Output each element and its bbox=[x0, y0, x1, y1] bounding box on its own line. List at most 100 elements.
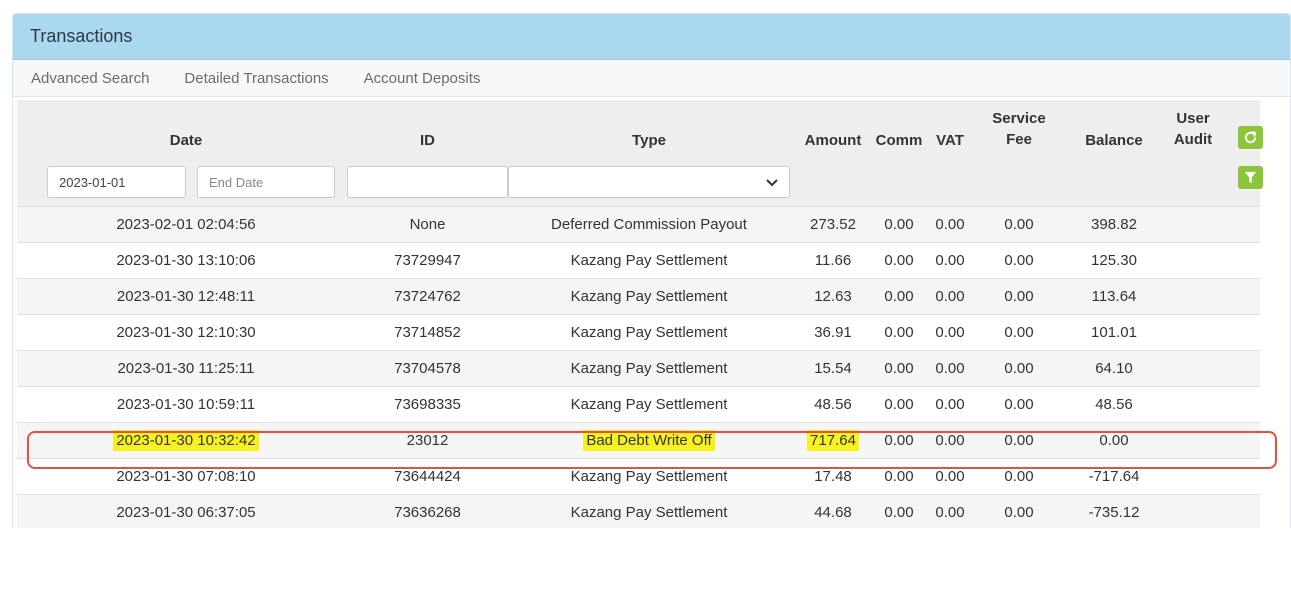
end-date-input[interactable] bbox=[197, 166, 335, 198]
cell-balance: 125.30 bbox=[1091, 252, 1137, 269]
cell-date: 2023-01-30 10:59:11 bbox=[116, 396, 256, 413]
cell-type: Deferred Commission Payout bbox=[551, 216, 747, 233]
cell-fee: 0.00 bbox=[1004, 288, 1034, 305]
tab-advanced-search[interactable]: Advanced Search bbox=[31, 70, 149, 87]
cell-comm: 0.00 bbox=[884, 288, 914, 305]
col-service-fee-line2: Fee bbox=[1006, 131, 1032, 148]
table-row-highlighted[interactable]: 2023-01-30 10:32:42 23012 Bad Debt Write O… bbox=[17, 423, 1260, 459]
filter-icon bbox=[1244, 171, 1257, 184]
cell-amount: 15.54 bbox=[814, 360, 852, 377]
table-row[interactable]: 2023-01-30 07:08:10 73644424 Kazang Pay Se… bbox=[17, 459, 1260, 495]
cell-comm: 0.00 bbox=[884, 432, 914, 449]
cell-amount: 44.68 bbox=[814, 504, 852, 521]
col-id[interactable]: ID bbox=[347, 130, 508, 151]
transactions-table: Date ID Type Amount Comm VAT Service Fee… bbox=[17, 100, 1263, 528]
cell-date: 2023-01-30 07:08:10 bbox=[116, 468, 256, 485]
table-body: 2023-02-01 02:04:56 None Deferred Commissi… bbox=[17, 207, 1260, 528]
cell-type: Bad Debt Write Off bbox=[508, 423, 790, 458]
highlighted-text: 717.64 bbox=[807, 430, 859, 451]
table-row[interactable]: 2023-01-30 10:59:11 73698335 Kazang Pay Se… bbox=[17, 387, 1260, 423]
cell-id: 73704578 bbox=[394, 360, 461, 377]
filter-button[interactable] bbox=[1238, 166, 1263, 189]
cell-fee: 0.00 bbox=[1004, 360, 1034, 377]
cell-fee: 0.00 bbox=[1004, 504, 1034, 521]
cell-fee: 0.00 bbox=[1004, 468, 1034, 485]
cell-vat: 0.00 bbox=[935, 252, 965, 269]
cell-date: 2023-01-30 10:32:42 bbox=[47, 423, 325, 458]
cell-amount: 48.56 bbox=[814, 396, 852, 413]
cell-date: 2023-01-30 12:10:30 bbox=[116, 324, 256, 341]
table-row[interactable]: 2023-01-30 06:37:05 73636268 Kazang Pay Se… bbox=[17, 495, 1260, 528]
cell-date: 2023-01-30 12:48:11 bbox=[116, 288, 256, 305]
table-row[interactable]: 2023-01-30 13:10:06 73729947 Kazang Pay Se… bbox=[17, 243, 1260, 279]
tab-account-deposits[interactable]: Account Deposits bbox=[364, 70, 481, 87]
col-user-audit[interactable]: User Audit bbox=[1161, 108, 1225, 150]
cell-comm: 0.00 bbox=[884, 252, 914, 269]
table-row[interactable]: 2023-01-30 12:48:11 73724762 Kazang Pay Se… bbox=[17, 279, 1260, 315]
cell-balance: -717.64 bbox=[1088, 468, 1140, 485]
col-service-fee-line1: Service bbox=[992, 110, 1046, 127]
cell-balance: 0.00 bbox=[1099, 432, 1129, 449]
cell-type: Kazang Pay Settlement bbox=[570, 468, 728, 485]
cell-id: 73644424 bbox=[394, 468, 461, 485]
col-comm[interactable]: Comm bbox=[870, 130, 928, 151]
chevron-down-icon bbox=[766, 179, 778, 187]
cell-type: Kazang Pay Settlement bbox=[570, 504, 728, 521]
cell-comm: 0.00 bbox=[884, 504, 914, 521]
cell-comm: 0.00 bbox=[884, 468, 914, 485]
cell-date: 2023-01-30 11:25:11 bbox=[117, 360, 255, 377]
cell-id: 73636268 bbox=[394, 504, 461, 521]
panel-title: Transactions bbox=[13, 14, 1290, 60]
cell-comm: 0.00 bbox=[884, 324, 914, 341]
cell-type: Kazang Pay Settlement bbox=[570, 252, 728, 269]
cell-fee: 0.00 bbox=[1004, 396, 1034, 413]
cell-fee: 0.00 bbox=[1004, 216, 1034, 233]
cell-fee: 0.00 bbox=[1004, 432, 1034, 449]
cell-vat: 0.00 bbox=[935, 216, 965, 233]
id-filter-input[interactable] bbox=[347, 166, 508, 198]
table-row[interactable]: 2023-02-01 02:04:56 None Deferred Commissi… bbox=[17, 207, 1260, 243]
col-type[interactable]: Type bbox=[508, 130, 790, 151]
table-header: Date ID Type Amount Comm VAT Service Fee… bbox=[17, 100, 1263, 207]
highlighted-text: 2023-01-30 10:32:42 bbox=[113, 430, 259, 451]
cell-comm: 0.00 bbox=[884, 216, 914, 233]
cell-id: 73729947 bbox=[394, 252, 461, 269]
col-date[interactable]: Date bbox=[47, 130, 325, 151]
cell-type: Kazang Pay Settlement bbox=[570, 396, 728, 413]
cell-balance: 101.01 bbox=[1091, 324, 1137, 341]
cell-vat: 0.00 bbox=[935, 396, 965, 413]
tab-bar: Advanced Search Detailed Transactions Ac… bbox=[13, 60, 1290, 97]
cell-vat: 0.00 bbox=[935, 324, 965, 341]
cell-fee: 0.00 bbox=[1004, 324, 1034, 341]
refresh-icon bbox=[1244, 130, 1257, 144]
cell-amount: 11.66 bbox=[814, 252, 852, 269]
tab-detailed-transactions[interactable]: Detailed Transactions bbox=[184, 70, 328, 87]
cell-type: Kazang Pay Settlement bbox=[570, 288, 728, 305]
col-vat[interactable]: VAT bbox=[928, 130, 972, 151]
cell-amount: 36.91 bbox=[814, 324, 852, 341]
cell-balance: 64.10 bbox=[1095, 360, 1133, 377]
start-date-input[interactable] bbox=[47, 166, 186, 198]
cell-balance: 398.82 bbox=[1091, 216, 1137, 233]
cell-vat: 0.00 bbox=[935, 504, 965, 521]
cell-vat: 0.00 bbox=[935, 468, 965, 485]
cell-vat: 0.00 bbox=[935, 360, 965, 377]
screenshot-frame: Transactions Advanced Search Detailed Tr… bbox=[0, 0, 1291, 528]
cell-amount: 17.48 bbox=[814, 468, 852, 485]
cell-vat: 0.00 bbox=[935, 288, 965, 305]
col-amount[interactable]: Amount bbox=[800, 130, 866, 151]
col-service-fee[interactable]: Service Fee bbox=[989, 108, 1049, 150]
table-row[interactable]: 2023-01-30 11:25:11 73704578 Kazang Pay Se… bbox=[17, 351, 1260, 387]
cell-id: 23012 bbox=[406, 432, 449, 449]
cell-balance: 113.64 bbox=[1091, 288, 1137, 305]
cell-id: 73698335 bbox=[394, 396, 461, 413]
cell-comm: 0.00 bbox=[884, 360, 914, 377]
col-balance[interactable]: Balance bbox=[1072, 130, 1156, 151]
cell-balance: 48.56 bbox=[1095, 396, 1133, 413]
table-row[interactable]: 2023-01-30 12:10:30 73714852 Kazang Pay Se… bbox=[17, 315, 1260, 351]
type-filter-select[interactable] bbox=[508, 166, 790, 198]
col-user-audit-line2: Audit bbox=[1173, 131, 1213, 148]
cell-balance: -735.12 bbox=[1088, 504, 1140, 521]
cell-fee: 0.00 bbox=[1004, 252, 1034, 269]
refresh-button[interactable] bbox=[1238, 126, 1263, 149]
